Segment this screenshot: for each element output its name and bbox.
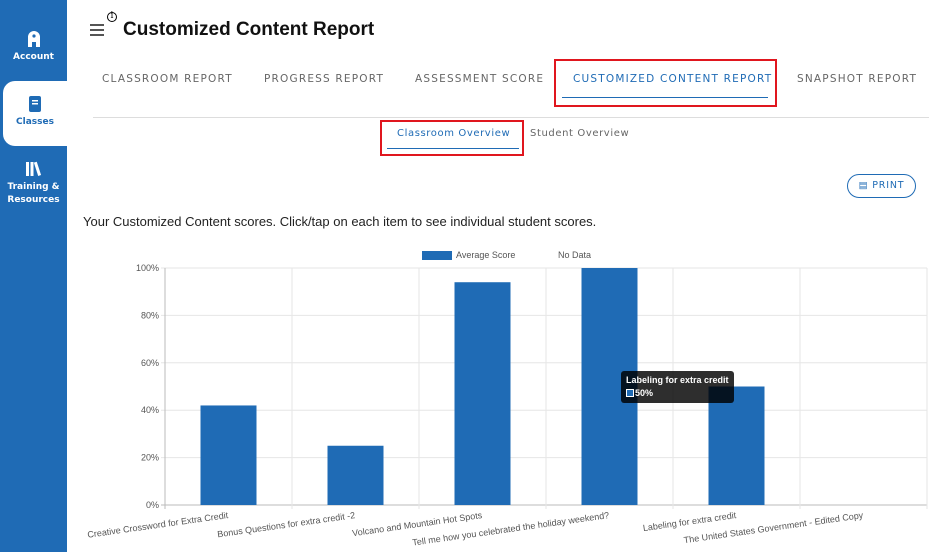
x-tick-label: Creative Crossword for Extra Credit	[87, 510, 230, 540]
legend-swatch-average[interactable]	[422, 251, 452, 260]
bar[interactable]	[708, 386, 765, 506]
y-tick-label: 80%	[141, 310, 159, 320]
y-tick-label: 60%	[141, 358, 159, 368]
x-tick-label: Bonus Questions for extra credit -2	[217, 510, 356, 539]
y-tick-label: 100%	[136, 263, 159, 273]
y-tick-label: 20%	[141, 453, 159, 463]
y-tick-label: 40%	[141, 405, 159, 415]
chart-tooltip: Labeling for extra credit 50%	[621, 371, 734, 403]
tooltip-title: Labeling for extra credit	[626, 375, 729, 385]
bar[interactable]	[454, 282, 511, 505]
tooltip-value: 50%	[635, 388, 654, 398]
bar[interactable]	[327, 445, 384, 505]
legend-average-score[interactable]: Average Score	[456, 250, 515, 260]
bar-chart: Average Score No Data 0% 20% 40% 60% 80% 100%…	[87, 250, 928, 548]
bar[interactable]	[200, 405, 257, 505]
y-tick-label: 0%	[146, 500, 159, 510]
tooltip-swatch	[626, 389, 634, 397]
legend-no-data[interactable]: No Data	[558, 250, 591, 260]
